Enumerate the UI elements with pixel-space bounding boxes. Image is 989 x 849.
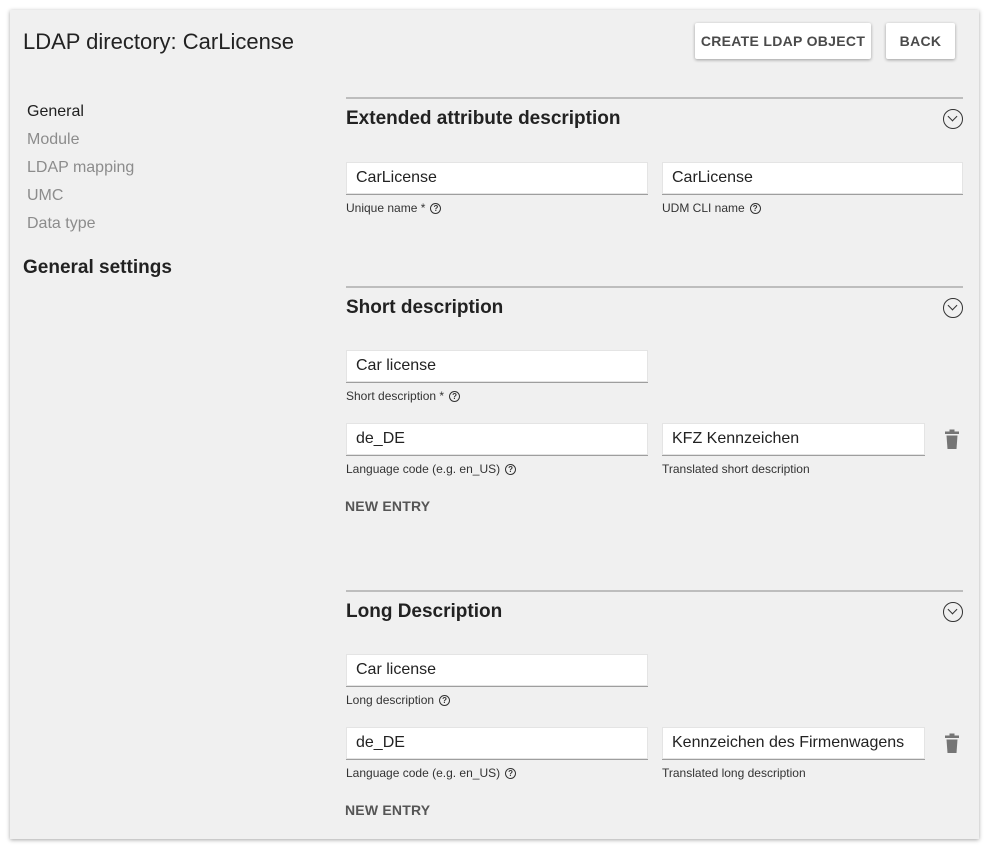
help-circle-icon[interactable]: ? (430, 202, 442, 214)
nav-item-general[interactable]: General (27, 102, 287, 130)
translated-long-description-field: Translated long description (662, 727, 925, 780)
nav-heading-general-settings: General settings (23, 257, 172, 278)
help-circle-icon[interactable]: ? (449, 390, 461, 402)
translated-short-description-label: Translated short description (662, 462, 810, 476)
language-code-label: Language code (e.g. en_US) (346, 462, 501, 476)
nav-item-umc[interactable]: UMC (27, 186, 287, 214)
section-short-description: Short description Short description * ? … (345, 286, 963, 576)
short-description-field: Short description * ? (346, 350, 648, 403)
long-description-input[interactable] (346, 654, 648, 687)
translated-long-description-input[interactable] (662, 727, 925, 760)
nav-item-ldap-mapping[interactable]: LDAP mapping (27, 158, 287, 186)
trash-icon[interactable] (942, 733, 962, 755)
unique-name-label: Unique name * (346, 201, 426, 215)
udm-cli-name-label: UDM CLI name (662, 201, 745, 215)
help-circle-icon[interactable]: ? (749, 202, 761, 214)
section-title: Short description (346, 297, 504, 318)
main-window: LDAP directory: CarLicense CREATE LDAP O… (10, 10, 979, 839)
udm-cli-name-field: UDM CLI name ? (662, 162, 963, 215)
translated-short-description-field: Translated short description (662, 423, 925, 476)
trash-icon[interactable] (942, 429, 962, 451)
language-code-label: Language code (e.g. en_US) (346, 766, 501, 780)
section-extended-attribute-description: Extended attribute description Unique na… (346, 97, 963, 277)
short-description-input[interactable] (346, 350, 648, 383)
chevron-circle-down-icon[interactable] (943, 602, 963, 622)
nav-item-module[interactable]: Module (27, 130, 287, 158)
page-title: LDAP directory: CarLicense (23, 29, 295, 54)
short-description-label: Short description * (346, 389, 445, 403)
side-navigation: General Module LDAP mapping UMC Data typ… (23, 102, 287, 278)
help-circle-icon[interactable]: ? (505, 767, 517, 779)
create-ldap-object-button[interactable]: CREATE LDAP OBJECT (695, 23, 871, 59)
section-long-description: Long Description Long description ? Lang… (345, 590, 963, 839)
unique-name-field: Unique name * ? (346, 162, 648, 215)
new-entry-button[interactable]: NEW ENTRY (345, 498, 430, 514)
long-description-field: Long description ? (346, 654, 648, 707)
language-code-field: Language code (e.g. en_US) ? (346, 423, 648, 476)
chevron-circle-down-icon[interactable] (943, 109, 963, 129)
language-code-field: Language code (e.g. en_US) ? (346, 727, 648, 780)
nav-item-data-type[interactable]: Data type (27, 214, 287, 242)
language-code-input[interactable] (346, 727, 648, 760)
unique-name-input[interactable] (346, 162, 648, 195)
help-circle-icon[interactable]: ? (505, 463, 517, 475)
help-circle-icon[interactable]: ? (439, 694, 451, 706)
translated-long-description-label: Translated long description (662, 766, 806, 780)
new-entry-button[interactable]: NEW ENTRY (345, 802, 430, 818)
language-code-input[interactable] (346, 423, 648, 456)
long-description-label: Long description (346, 693, 435, 707)
chevron-circle-down-icon[interactable] (943, 298, 963, 318)
section-title: Extended attribute description (346, 108, 621, 129)
back-button[interactable]: BACK (886, 23, 955, 59)
translated-short-description-input[interactable] (662, 423, 925, 456)
udm-cli-name-input[interactable] (662, 162, 963, 195)
section-title: Long Description (346, 601, 503, 622)
